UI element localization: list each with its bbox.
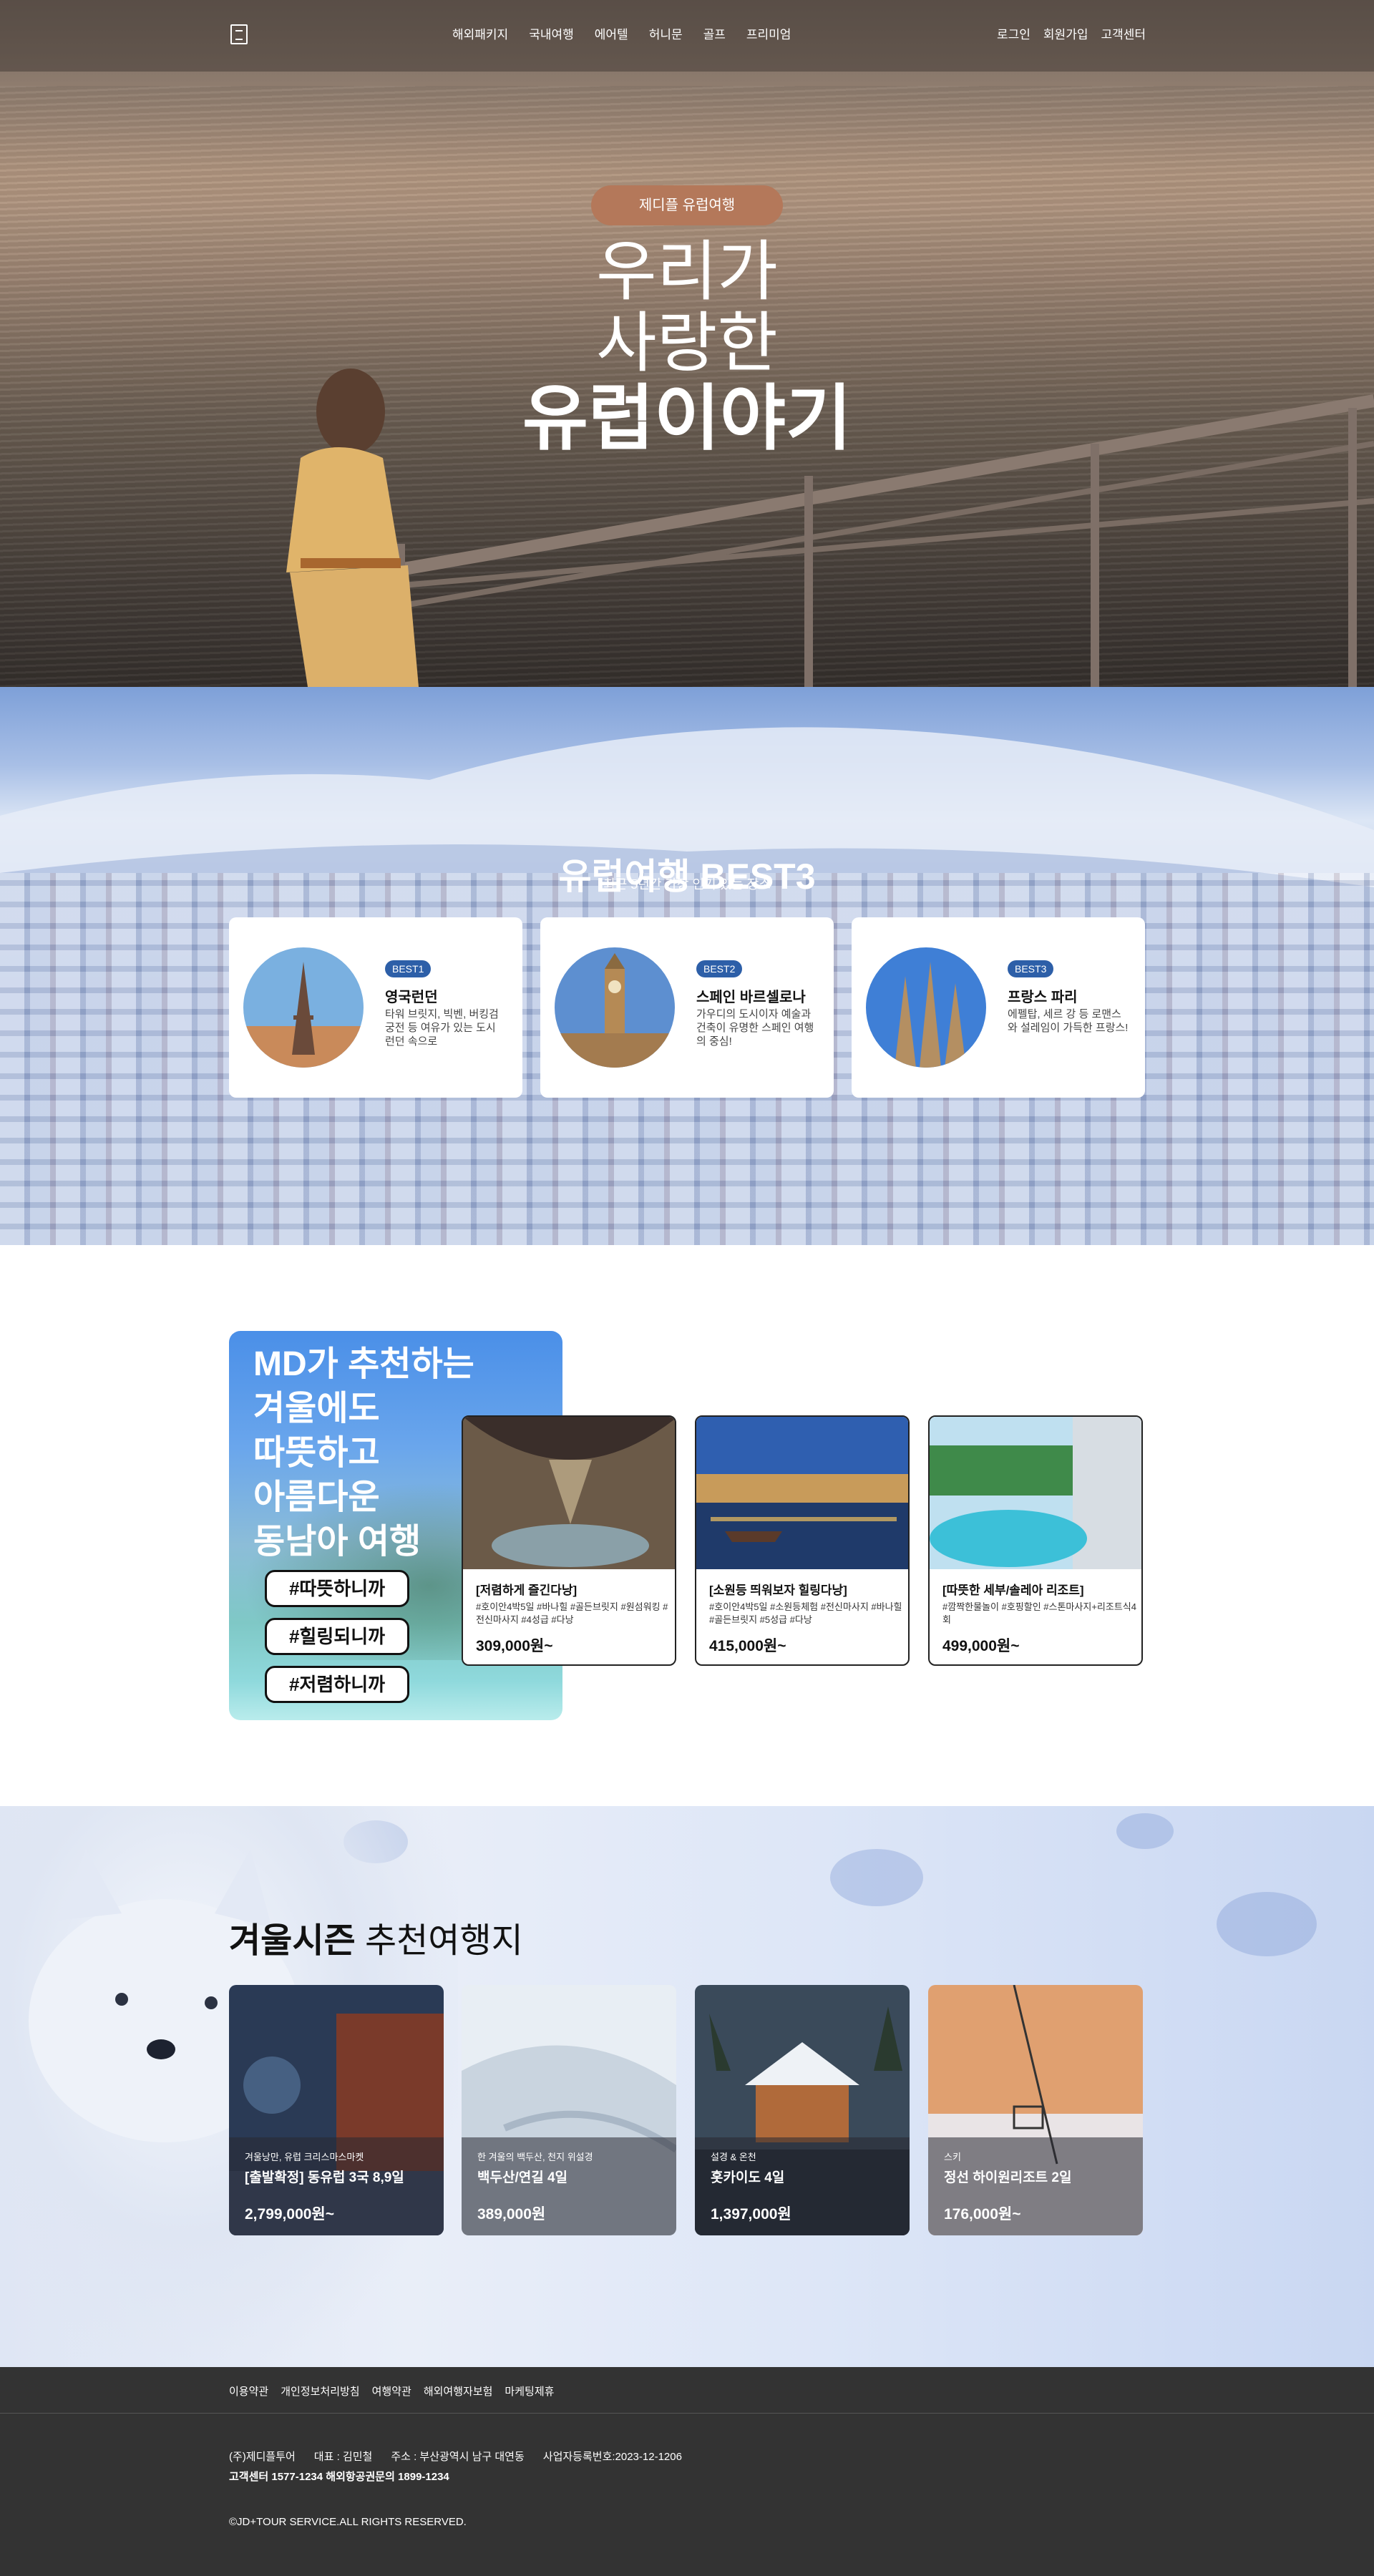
best-card-1[interactable]: BEST1 영국런던 타워 브릿지, 빅벤, 버킹검 궁전 등 여유가 있는 도… (229, 917, 522, 1098)
main-menu: 해외패키지 국내여행 에어텔 허니문 골프 프리미엄 (452, 24, 812, 42)
footer-link-privacy[interactable]: 개인정보처리방침 (281, 2384, 359, 2399)
footer-link-travel-terms[interactable]: 여행약관 (372, 2384, 411, 2399)
winter-title-bold: 겨울시즌 (229, 1922, 356, 1960)
best-card-name: 프랑스 파리 (1008, 990, 1078, 1005)
big-ben-image (555, 947, 675, 1068)
product-tags: #호이안4박5일 #바나힐 #골든브릿지 #원섬워킹 #전신마사지 #4성급 #… (476, 1601, 668, 1625)
eiffel-tower-image (243, 947, 364, 1068)
company-ceo: 대표 : 김민철 (313, 2451, 373, 2463)
resort-pool-image (930, 1417, 1141, 1569)
snow-blur (830, 1849, 923, 1906)
winter-card-sub: 겨울낭만, 유럽 크리스마스마켓 (245, 2152, 364, 2162)
cave-temple-image (463, 1417, 675, 1569)
best-card-name: 영국런던 (385, 990, 438, 1005)
hero-title-line2: 사랑한 (596, 307, 778, 380)
winter-card-price: 389,000원 (477, 2206, 546, 2223)
menu-item-golf[interactable]: 골프 (703, 24, 726, 42)
winter-card-sub: 스키 (944, 2152, 961, 2162)
menu-item-airtel[interactable]: 에어텔 (595, 24, 628, 42)
footer (0, 2367, 1374, 2576)
footer-copyright: ©JD+TOUR SERVICE.ALL RIGHTS RESERVED. (229, 2516, 467, 2528)
footer-links: 이용약관 개인정보처리방침 여행약관 해외여행자보험 마케팅제휴 (229, 2384, 566, 2399)
winter-card-name: 홋카이도 4일 (711, 2170, 785, 2185)
winter-card-4[interactable]: 스키 정선 하이원리조트 2일 176,000원~ (928, 1985, 1143, 2235)
winter-card-price: 1,397,000원 (711, 2206, 791, 2223)
user-menu: 로그인 회원가입 고객센터 (997, 24, 1159, 42)
menu-item-domestic[interactable]: 국내여행 (529, 24, 574, 42)
company-address: 주소 : 부산광역시 남구 대연동 (391, 2451, 525, 2463)
login-link[interactable]: 로그인 (997, 24, 1030, 42)
best-card-3[interactable]: BEST3 프랑스 파리 에펠탑, 세르 강 등 로맨스와 설레임이 가득한 프… (852, 917, 1145, 1098)
menu-item-premium[interactable]: 프리미엄 (746, 24, 791, 42)
best-card-desc: 가우디의 도시이자 예술과 건축이 유명한 스페인 여행의 중심! (696, 1008, 814, 1048)
winter-title: 겨울시즌 추천여행지 (229, 1912, 523, 1962)
winter-card-price: 2,799,000원~ (245, 2206, 335, 2223)
winter-title-rest: 추천여행지 (355, 1922, 523, 1960)
signup-link[interactable]: 회원가입 (1043, 24, 1088, 42)
winter-card-2[interactable]: 한 겨울의 백두산, 천지 위설경 백두산/연길 4일 389,000원 (462, 1985, 676, 2235)
hero-title-line3: 유럽이야기 (522, 379, 852, 459)
top-navigation: 해외패키지 국내여행 에어텔 허니문 골프 프리미엄 로그인 회원가입 고객센터 (0, 0, 1374, 72)
customer-center-link[interactable]: 고객센터 (1101, 24, 1146, 42)
best-card-desc: 타워 브릿지, 빅벤, 버킹검 궁전 등 여유가 있는 도시 런던 속으로 (385, 1008, 499, 1048)
sagrada-familia-image (866, 947, 986, 1068)
footer-link-marketing[interactable]: 마케팅제휴 (505, 2384, 554, 2399)
md-title-line: MD가 추천하는 (253, 1345, 474, 1383)
winter-card-price: 176,000원~ (944, 2206, 1021, 2223)
winter-card-1[interactable]: 겨울낭만, 유럽 크리스마스마켓 [출발확정] 동유럽 3국 8,9일 2,79… (229, 1985, 444, 2235)
product-price: 499,000원~ (942, 1638, 1020, 1654)
snow-blur (1116, 1813, 1174, 1849)
best-tag: BEST1 (385, 960, 432, 977)
product-price: 415,000원~ (709, 1638, 786, 1654)
hero-badge[interactable]: 제디플 유럽여행 (591, 185, 783, 225)
hoian-night-image (696, 1417, 908, 1569)
product-title: [소원등 띄워보자 힐링다낭] (709, 1584, 847, 1597)
winter-card-name: 정선 하이원리조트 2일 (944, 2170, 1072, 2185)
product-title: [저렴하게 즐긴다낭] (476, 1584, 578, 1597)
best-tag: BEST3 (1008, 960, 1054, 977)
winter-card-sub: 한 겨울의 백두산, 천지 위설경 (477, 2152, 593, 2162)
hashtag-button-healing[interactable]: #힐링되니까 (265, 1618, 409, 1655)
winter-card-sub: 설경 & 온천 (711, 2152, 756, 2162)
best-tag: BEST2 (696, 960, 743, 977)
snow-blur (1217, 1892, 1317, 1956)
business-number: 사업자등록번호:2023-12-1206 (542, 2451, 682, 2463)
best-card-desc: 에펠탑, 세르 강 등 로맨스와 설레임이 가득한 프랑스! (1008, 1008, 1129, 1034)
product-price: 309,000원~ (476, 1638, 553, 1654)
winter-card-3[interactable]: 설경 & 온천 홋카이도 4일 1,397,000원 (695, 1985, 910, 2235)
hero-title-line1: 우리가 (596, 235, 778, 308)
footer-customer-service: 고객센터 1577-1234 해외항공권문의 1899-1234 (229, 2471, 449, 2483)
footer-link-insurance[interactable]: 해외여행자보험 (424, 2384, 493, 2399)
winter-card-name: [출발확정] 동유럽 3국 8,9일 (245, 2170, 404, 2185)
product-card-2[interactable]: [소원등 띄워보자 힐링다낭] #호이안4박5일 #소원등체험 #전신마사지 #… (695, 1415, 910, 1666)
product-tags: #깜짝한물놀이 #호핑할인 #스톤마사지+리조트식4회 (942, 1601, 1136, 1625)
hashtag-button-warm[interactable]: #따뜻하니까 (265, 1570, 409, 1607)
footer-company-info: (주)제디플투어 대표 : 김민철 주소 : 부산광역시 남구 대연동 사업자등… (229, 2449, 701, 2464)
company-name: (주)제디플투어 (229, 2451, 296, 2463)
best-card-name: 스페인 바르셀로나 (696, 990, 806, 1005)
winter-card-name: 백두산/연길 4일 (477, 2170, 568, 2185)
menu-item-honeymoon[interactable]: 허니문 (649, 24, 683, 42)
best-card-2[interactable]: BEST2 스페인 바르셀로나 가우디의 도시이자 예술과 건축이 유명한 스페… (540, 917, 834, 1098)
product-title: [따뜻한 세부/솔레아 리조트] (942, 1584, 1084, 1597)
hashtag-button-cheap[interactable]: #저렴하니까 (265, 1666, 409, 1703)
product-card-3[interactable]: [따뜻한 세부/솔레아 리조트] #깜짝한물놀이 #호핑할인 #스톤마사지+리조… (928, 1415, 1143, 1666)
product-card-1[interactable]: [저렴하게 즐긴다낭] #호이안4박5일 #바나힐 #골든브릿지 #원섬워킹 #… (462, 1415, 676, 1666)
best3-subtitle: 최근 5년간 가장 인기 있는 장소 (603, 877, 771, 892)
menu-item-overseas-package[interactable]: 해외패키지 (452, 24, 508, 42)
product-tags: #호이안4박5일 #소원등체험 #전신마사지 #바나힐 #골든브릿지 #5성급 … (709, 1601, 902, 1625)
logo-icon[interactable] (230, 24, 248, 44)
footer-divider (0, 2413, 1374, 2414)
winter-section (0, 1806, 1374, 2367)
footer-link-terms[interactable]: 이용약관 (229, 2384, 268, 2399)
